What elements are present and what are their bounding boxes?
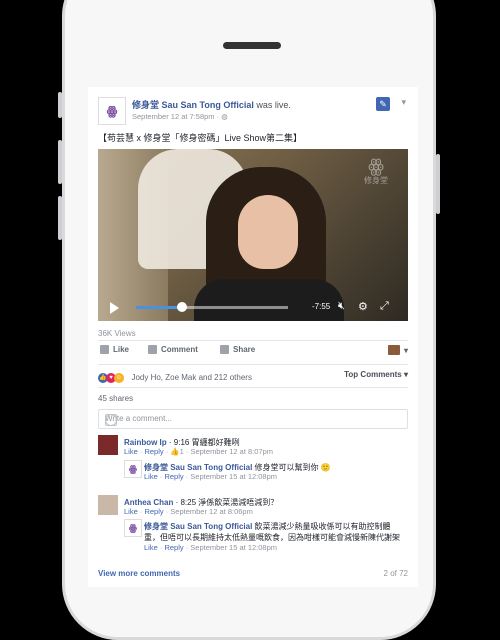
like-button[interactable]: Like [100,345,129,354]
watermark-logo-icon: ꙮ [368,156,384,176]
phone-speaker [223,42,281,49]
post-time-text: September 12 at 7:58pm · [132,112,222,121]
reactions-row: 👍 ♥ ☺ Jody Ho, Zoe Mak and 212 others Top … [98,369,408,385]
share-label: Share [233,345,256,354]
sst-logo-icon: ꙮ [129,522,137,533]
reply-text: 修身堂可以幫到你 🙂 [252,463,331,472]
post-timestamp[interactable]: September 12 at 7:58pm · ◍ [132,112,228,121]
reply-text-continued: 重，但唔可以長期維持太低熱量嘅飲食，因為咁樣可能會減慢新陳代謝架 [144,533,400,542]
commenter-avatar[interactable] [98,435,118,455]
viewer-avatar-selector[interactable]: ▾ [387,345,408,355]
phone-volume-down [58,196,62,240]
view-count: 36K Views [98,329,136,338]
phone-power-button [436,154,440,214]
comment-like-link[interactable]: Like [124,447,138,456]
comment-reply-link[interactable]: Reply [144,447,163,456]
video-controls: -7:55 🔇︎ ⚙ ⤢ [98,293,408,321]
fullscreen-icon[interactable]: ⤢ [380,300,389,313]
video-player[interactable]: ꙮ 修身堂 -7:55 🔇︎ ⚙ ⤢ [98,149,408,321]
comment-meta: Like · Reply · 👍1 · September 12 at 8:07… [124,447,274,456]
commenter-avatar[interactable] [98,495,118,515]
reply-meta: Like · Reply · September 15 at 12:08pm [144,543,278,552]
divider [98,364,408,365]
reply-meta-rest: · September 15 at 12:08pm [183,543,278,552]
video-progress-fill [136,306,182,309]
reply-meta-rest: · September 15 at 12:08pm [183,472,278,481]
emoji-icon[interactable] [105,414,117,426]
page-reply-avatar[interactable]: ꙮ [124,519,142,537]
mute-icon[interactable]: 🔇︎ [338,300,345,313]
facebook-post-screen: ꙮ 修身堂 Sau San Tong Official was live. Se… [88,87,418,587]
watermark-text: 修身堂 [364,176,388,185]
comment-button[interactable]: Comment [148,345,198,354]
post-actions: Like Comment Share ▾ [98,341,408,363]
page-avatar[interactable]: ꙮ [98,97,126,125]
comment-icon [148,345,157,354]
comment-meta-rest: · 👍1 · September 12 at 8:07pm [163,447,274,456]
view-more-comments-link[interactable]: View more comments [98,569,180,578]
comment-input[interactable]: Write a comment... [98,409,408,429]
comments-count: 2 of 72 [383,569,408,578]
phone-volume-up [58,140,62,184]
page-reply-avatar[interactable]: ꙮ [124,460,142,478]
share-button[interactable]: Share [220,345,255,354]
chevron-down-icon[interactable]: ▾ [401,97,406,108]
reply-item: ꙮ 修身堂 Sau San Tong Official 飲菜湯減少熱量吸收係可以… [124,519,408,561]
chevron-down-icon: ▾ [403,345,408,355]
play-icon[interactable] [110,302,119,314]
pin-icon[interactable]: ✎ [376,97,390,111]
live-status: was live. [256,100,291,110]
reply-like-link[interactable]: Like [144,543,158,552]
comment-label: Comment [161,345,198,354]
viewer-avatar [387,345,400,355]
shares-count[interactable]: 45 shares [98,394,133,403]
reply-meta: Like · Reply · September 15 at 12:08pm [144,472,278,481]
reply-reply-link[interactable]: Reply [164,543,183,552]
top-comments-dropdown[interactable]: Top Comments ▾ [344,370,408,379]
post-header: ꙮ 修身堂 Sau San Tong Official was live. Se… [98,97,408,127]
reply-item: ꙮ 修身堂 Sau San Tong Official 修身堂可以幫到你 🙂 L… [124,460,408,490]
phone-side-button [58,92,62,118]
globe-icon: ◍ [221,112,228,121]
share-icon [220,345,229,354]
comments-footer: View more comments 2 of 72 [98,567,408,583]
video-progress-knob[interactable] [176,302,187,312]
reply-like-link[interactable]: Like [144,472,158,481]
page-name-link[interactable]: 修身堂 Sau San Tong Official [132,100,254,110]
thumbs-up-icon [100,345,109,354]
video-frame-face [238,195,298,269]
commenter-name[interactable]: Anthea Chan [124,498,173,507]
haha-reaction-icon: ☺ [114,372,124,383]
video-time-remaining: -7:55 [312,302,331,311]
commenter-name[interactable]: Rainbow Ip [124,438,167,447]
comment-meta-rest: · September 12 at 8:06pm [163,507,253,516]
settings-icon[interactable]: ⚙ [358,300,368,313]
like-label: Like [113,345,130,354]
reply-reply-link[interactable]: Reply [164,472,183,481]
reactions-names[interactable]: Jody Ho, Zoe Mak and 212 others [131,373,252,382]
comment-reply-link[interactable]: Reply [144,507,163,516]
video-progress-bar[interactable] [136,302,288,312]
sst-logo-icon: ꙮ [106,104,118,118]
reply-line-2: 重，但唔可以長期維持太低熱量嘅飲食，因為咁樣可能會減慢新陳代謝架 [144,530,408,543]
post-text: 【苟芸慧 x 修身堂「修身密碼」Live Show第二集】 [98,133,303,143]
reply-author-name[interactable]: 修身堂 Sau San Tong Official [144,463,252,472]
comment-text: · 9:16 胃纏都好難咧 [166,438,240,447]
page-name-line: 修身堂 Sau San Tong Official was live. [132,98,291,111]
comment-text: · 8:25 淨係飲菜湯減唔減到？ [173,498,279,507]
video-watermark: ꙮ 修身堂 [358,157,394,186]
comment-like-link[interactable]: Like [124,507,138,516]
divider [98,387,408,388]
sst-logo-icon: ꙮ [129,463,137,474]
comment-meta: Like · Reply · September 12 at 8:06pm [124,507,253,516]
